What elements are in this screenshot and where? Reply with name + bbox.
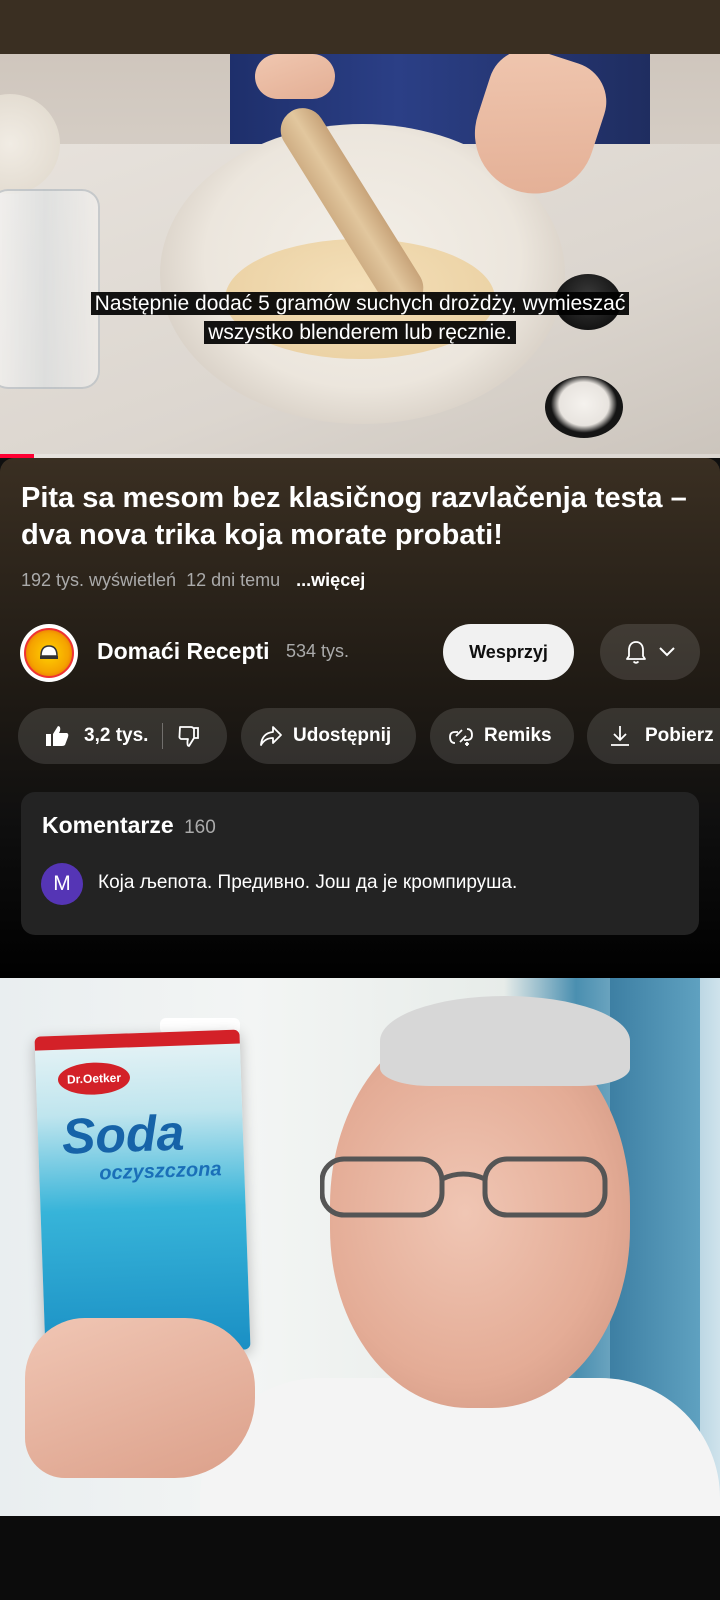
view-count: 192 tys. wyświetleń — [21, 570, 177, 590]
action-bar: 3,2 tys. Udostępnij Remiks Pobierz — [0, 708, 720, 764]
video-caption: Następnie dodać 5 gramów suchych drożdży… — [0, 289, 720, 347]
download-label: Pobierz — [645, 725, 714, 746]
remix-icon — [449, 728, 473, 746]
video-frame-hand — [255, 54, 335, 99]
comment-author-avatar: M — [41, 863, 83, 905]
caption-line-1: Następnie dodać 5 gramów suchych drożdży… — [90, 292, 630, 315]
chevron-down-icon — [659, 647, 675, 657]
comments-card[interactable]: Komentarze 160 M Која љепота. Предивно. … — [21, 792, 699, 935]
bottom-bar — [0, 1516, 720, 1600]
thumbs-down-icon[interactable] — [177, 724, 201, 748]
remix-button[interactable]: Remiks — [430, 708, 574, 764]
video-title[interactable]: Pita sa mesom bez klasičnog razvlačenja … — [21, 480, 701, 554]
bell-icon — [626, 641, 646, 664]
product-name: Soda — [61, 1104, 186, 1165]
channel-name[interactable]: Domaći Recepti — [97, 638, 270, 665]
glasses-icon — [320, 1156, 608, 1218]
packet-stripe — [34, 1029, 240, 1051]
remix-label: Remiks — [484, 725, 552, 746]
share-button[interactable]: Udostępnij — [241, 708, 416, 764]
brand-logo: Dr.Oetker — [57, 1061, 131, 1096]
video-frame-cup — [545, 376, 623, 438]
like-dislike-group: 3,2 tys. — [18, 708, 227, 764]
subscriber-count: 534 tys. — [286, 641, 350, 661]
video-player[interactable] — [0, 54, 720, 458]
like-divider — [162, 723, 164, 749]
comment-text: Која љепота. Предивно. Још да је кромпир… — [98, 872, 518, 893]
thumbs-up-icon[interactable] — [44, 724, 70, 748]
ad-doctor-hair — [380, 996, 630, 1086]
comments-header: Komentarze 160 — [42, 812, 216, 839]
support-button[interactable]: Wesprzyj — [443, 624, 574, 680]
comments-label: Komentarze — [42, 812, 174, 838]
ad-product-packet: Dr.Oetker Soda oczyszczona — [34, 1029, 251, 1357]
download-icon — [611, 726, 629, 746]
more-link[interactable]: ...więcej — [296, 570, 365, 590]
channel-row: Domaći Recepti 534 tys. Wesprzyj — [0, 622, 720, 682]
video-meta[interactable]: 192 tys. wyświetleń 12 dni temu ...więce… — [21, 570, 365, 591]
channel-avatar[interactable] — [20, 624, 78, 682]
comments-count: 160 — [184, 817, 216, 838]
ad-banner[interactable]: Dr.Oetker Soda oczyszczona — [0, 978, 720, 1516]
chef-hat-icon — [24, 628, 74, 678]
status-bar — [0, 0, 720, 54]
ad-hand — [25, 1318, 255, 1478]
notifications-button[interactable] — [600, 624, 700, 680]
upload-age: 12 dni temu — [186, 570, 281, 590]
share-icon — [260, 726, 282, 746]
product-subtitle: oczyszczona — [98, 1158, 222, 1185]
like-count[interactable]: 3,2 tys. — [84, 725, 148, 747]
download-button[interactable]: Pobierz — [587, 708, 720, 764]
caption-line-2: wszystko blenderem lub ręcznie. — [204, 321, 516, 344]
share-label: Udostępnij — [293, 725, 392, 746]
